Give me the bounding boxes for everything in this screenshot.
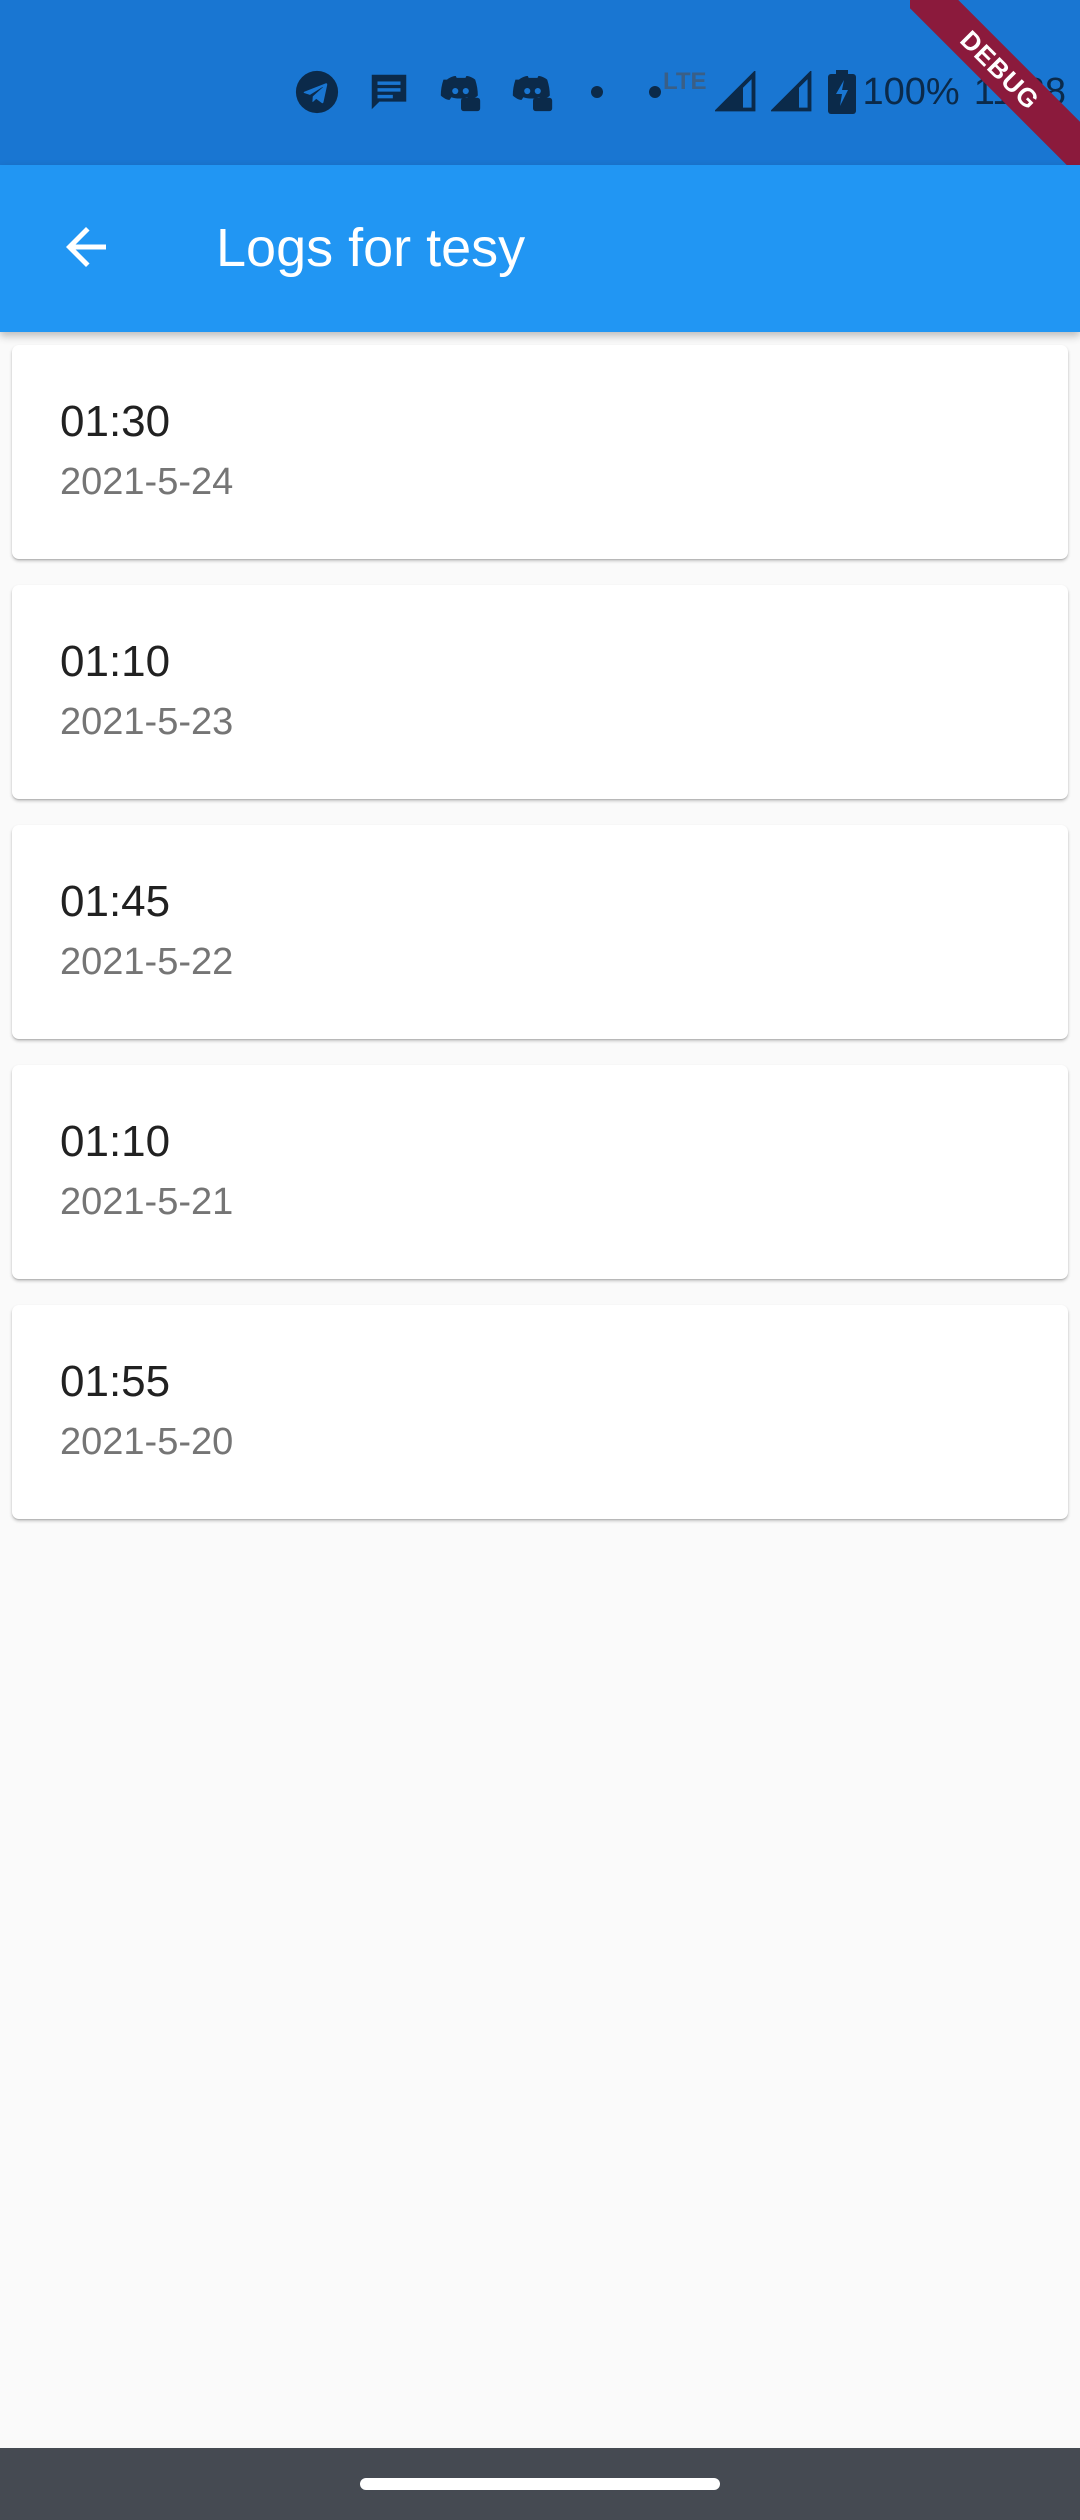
log-card[interactable]: 01:45 2021-5-22 [12,825,1068,1039]
clock: 11:28 [973,70,1066,113]
network-type-label: LTE [662,68,707,95]
telegram-icon [291,66,343,118]
arrow-back-icon [66,227,106,267]
discord-icon [435,66,487,118]
log-date: 2021-5-21 [60,1181,234,1223]
app-bar: Logs for tesy [0,165,1080,332]
log-date: 2021-5-20 [60,1421,234,1463]
status-icons: LTE 100% 11:28 [291,62,1080,122]
dot-icon [648,86,661,98]
log-card[interactable]: 01:10 2021-5-23 [12,585,1068,799]
log-date: 2021-5-22 [60,941,234,983]
log-date: 2021-5-24 [60,461,234,503]
discord-icon [507,66,559,118]
messages-icon [363,66,415,118]
log-list: 01:30 2021-5-24 01:10 2021-5-23 01:45 20… [12,345,1068,1545]
log-duration: 01:10 [60,1117,171,1166]
log-duration: 01:10 [60,637,171,686]
log-card[interactable]: 01:55 2021-5-20 [12,1305,1068,1519]
page-title: Logs for tesy [216,218,526,278]
battery-charging-icon [827,70,856,114]
log-date: 2021-5-23 [60,701,234,743]
log-duration: 01:30 [60,397,171,446]
home-gesture-handle[interactable] [360,2478,720,2490]
back-button[interactable] [44,205,128,289]
dot-icon [590,86,603,98]
battery-level: 100% [862,70,960,113]
log-card[interactable]: 01:10 2021-5-21 [12,1065,1068,1279]
log-duration: 01:45 [60,877,171,926]
signal-icon [770,71,811,112]
log-duration: 01:55 [60,1357,171,1406]
status-bar: LTE 100% 11:28 DEBUG [0,0,1080,170]
signal-icon [714,71,755,112]
system-navigation-bar [0,2448,1080,2520]
log-card[interactable]: 01:30 2021-5-24 [12,345,1068,559]
